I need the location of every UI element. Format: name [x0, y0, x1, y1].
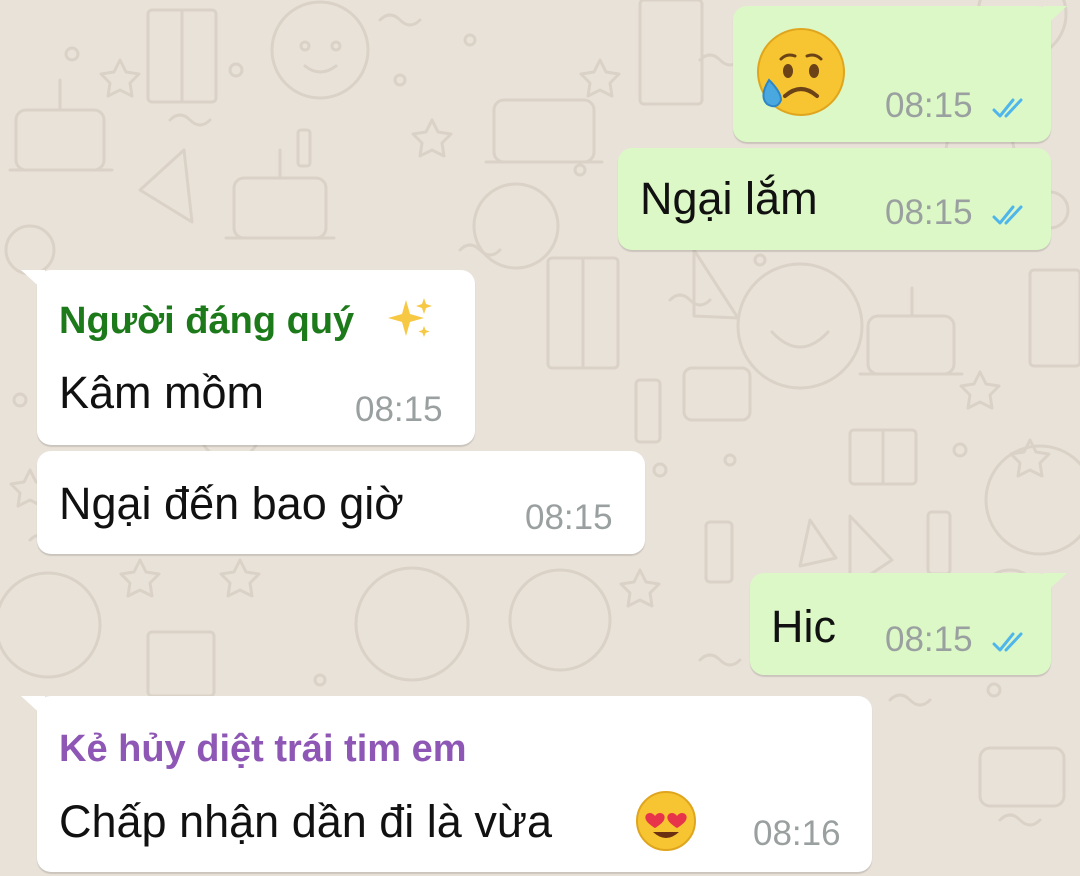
sender-name: Người đáng quý: [59, 300, 355, 342]
message-time: 08:15: [355, 390, 443, 429]
message-text: Hic: [771, 601, 836, 652]
message-time: 08:16: [753, 814, 841, 853]
message-time: 08:15: [885, 620, 973, 659]
message-time: 08:15: [885, 193, 973, 232]
sad-relieved-face-emoji: [757, 28, 845, 116]
read-ticks-icon: [992, 98, 1023, 118]
message-bubble-incoming[interactable]: Kẻ hủy diệt trái tim em Chấp nhận dần đi…: [21, 696, 872, 872]
message-time: 08:15: [885, 86, 973, 125]
message-bubble-incoming[interactable]: Người đáng quý Kâm mồm 08:15: [21, 270, 475, 445]
message-bubble-outgoing[interactable]: Hic 08:15: [750, 573, 1067, 675]
message-text: Chấp nhận dần đi là vừa: [59, 796, 552, 847]
sparkles-emoji: [388, 298, 432, 337]
heart-eyes-emoji: [636, 791, 696, 851]
message-bubble-outgoing[interactable]: Ngại lắm 08:15: [618, 148, 1051, 250]
message-text: Kâm mồm: [59, 367, 265, 418]
read-ticks-icon: [992, 632, 1023, 652]
message-time: 08:15: [525, 498, 613, 537]
read-ticks-icon: [992, 205, 1023, 225]
sender-name: Kẻ hủy diệt trái tim em: [59, 728, 467, 770]
message-text: Ngại lắm: [640, 173, 818, 224]
message-bubble-outgoing[interactable]: 08:15: [733, 6, 1067, 142]
message-bubble-incoming[interactable]: Ngại đến bao giờ 08:15: [37, 451, 645, 554]
message-text: Ngại đến bao giờ: [59, 478, 404, 529]
